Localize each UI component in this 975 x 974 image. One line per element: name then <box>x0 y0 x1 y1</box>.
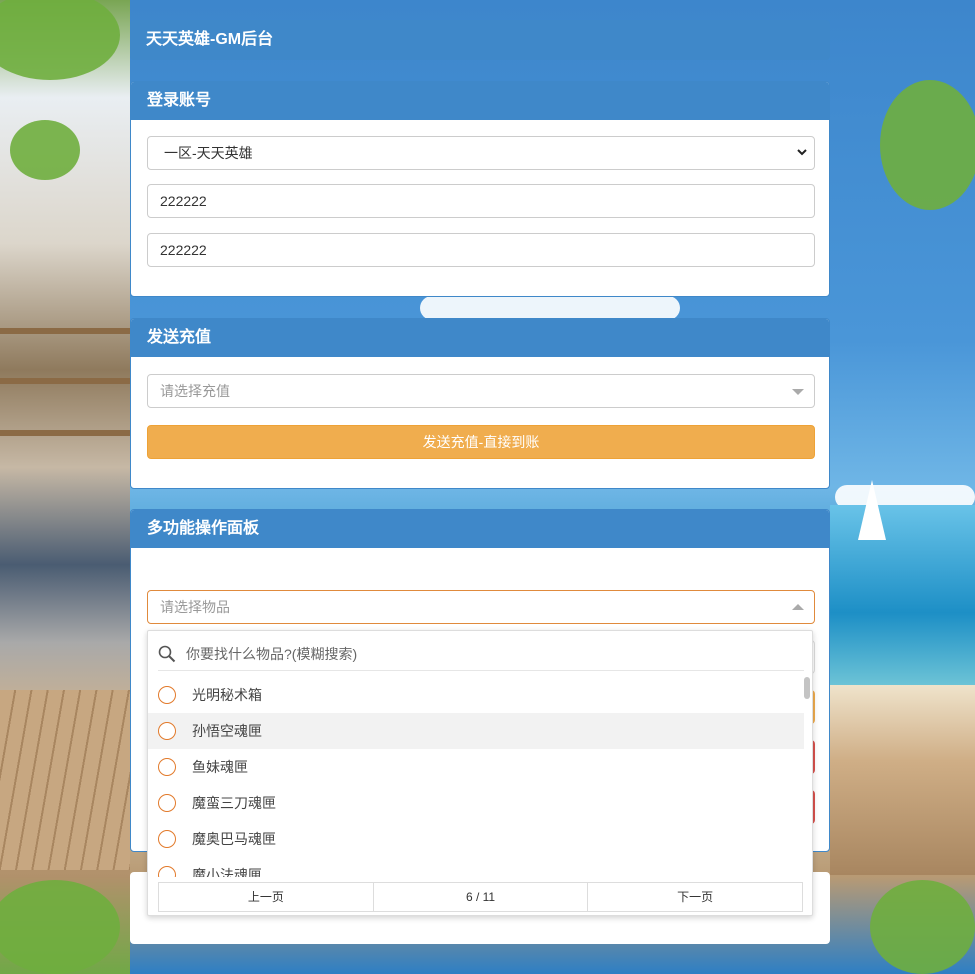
list-item[interactable]: 魔奥巴马魂匣 <box>148 821 804 857</box>
radio-icon <box>158 686 176 704</box>
server-select-value: 一区-天天英雄 <box>164 145 253 161</box>
caret-down-icon <box>792 389 804 395</box>
bg-leaves <box>880 80 975 210</box>
page-indicator: 6 / 11 <box>372 883 588 911</box>
password-input[interactable]: 222222 <box>147 233 815 267</box>
list-item[interactable]: 光明秘术箱 <box>148 677 804 713</box>
bg-beach <box>830 685 975 875</box>
bg-shelf <box>0 430 130 436</box>
recharge-panel-title: 发送充值 <box>131 319 829 357</box>
bg-shelf <box>0 378 130 384</box>
multi-panel-title: 多功能操作面板 <box>131 510 829 548</box>
list-item[interactable]: 孙悟空魂匣 <box>148 713 804 749</box>
list-item-label: 孙悟空魂匣 <box>192 723 262 739</box>
item-select-placeholder: 请选择物品 <box>160 599 230 615</box>
chevron-down-icon <box>797 149 807 156</box>
server-select[interactable]: 一区-天天英雄 <box>147 136 815 170</box>
list-item-label: 鱼妹魂匣 <box>192 759 248 775</box>
next-page-button[interactable]: 下一页 <box>587 883 802 911</box>
account-input[interactable]: 222222 <box>147 184 815 218</box>
radio-icon <box>158 794 176 812</box>
list-item[interactable]: 魔蛮三刀魂匣 <box>148 785 804 821</box>
page-title: 天天英雄-GM后台 <box>130 20 830 60</box>
scrollbar-thumb[interactable] <box>804 677 810 699</box>
list-item[interactable]: 魔小法魂匣 <box>148 857 804 877</box>
radio-icon <box>158 866 176 877</box>
bg-leaves <box>10 120 80 180</box>
caret-up-icon <box>792 604 804 610</box>
bg-leaves <box>870 880 975 974</box>
send-recharge-button[interactable]: 发送充值-直接到账 <box>147 425 815 459</box>
recharge-select-placeholder: 请选择充值 <box>160 383 230 399</box>
dropdown-scrollbar[interactable] <box>804 677 810 877</box>
dropdown-search-placeholder: 你要找什么物品?(模糊搜索) <box>186 646 358 662</box>
list-item[interactable]: 鱼妹魂匣 <box>148 749 804 785</box>
search-icon <box>158 645 176 663</box>
login-panel: 登录账号 一区-天天英雄 222222 222222 <box>130 81 830 297</box>
dropdown-search[interactable]: 你要找什么物品?(模糊搜索) <box>158 637 804 671</box>
dropdown-pager: 上一页 6 / 11 下一页 <box>158 882 803 912</box>
bg-sea <box>830 505 975 685</box>
list-item-label: 魔小法魂匣 <box>192 867 262 877</box>
dropdown-list: 光明秘术箱 孙悟空魂匣 鱼妹魂匣 魔蛮三刀魂匣 魔奥巴马魂匣 魔小法魂匣 <box>148 677 804 877</box>
recharge-panel: 发送充值 请选择充值 发送充值-直接到账 <box>130 318 830 489</box>
item-dropdown: 你要找什么物品?(模糊搜索) 光明秘术箱 孙悟空魂匣 鱼妹魂匣 魔蛮三刀魂匣 魔… <box>147 630 813 916</box>
bg-cloud <box>420 296 680 320</box>
prev-page-button[interactable]: 上一页 <box>159 883 373 911</box>
radio-icon <box>158 722 176 740</box>
item-select[interactable]: 请选择物品 <box>147 590 815 624</box>
recharge-select[interactable]: 请选择充值 <box>147 374 815 408</box>
radio-icon <box>158 758 176 776</box>
list-item-label: 光明秘术箱 <box>192 687 262 703</box>
list-item-label: 魔奥巴马魂匣 <box>192 831 276 847</box>
bg-floor <box>0 690 130 870</box>
list-item-label: 魔蛮三刀魂匣 <box>192 795 276 811</box>
login-panel-title: 登录账号 <box>131 82 829 120</box>
bg-sailboat <box>858 480 886 540</box>
bg-shelf <box>0 328 130 334</box>
radio-icon <box>158 830 176 848</box>
